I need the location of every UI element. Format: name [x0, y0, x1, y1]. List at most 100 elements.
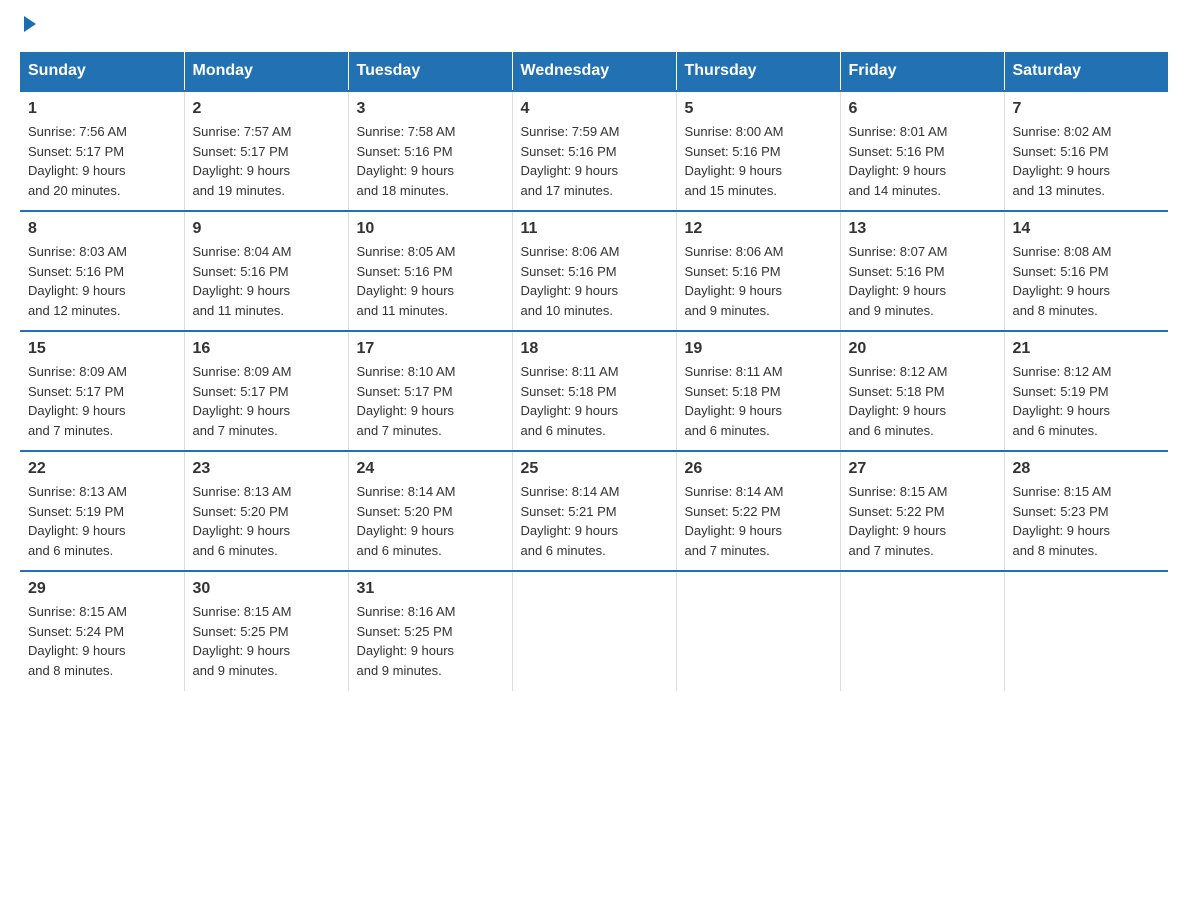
day-info: Sunrise: 8:06 AMSunset: 5:16 PMDaylight:…: [521, 242, 668, 320]
day-number: 1: [28, 100, 176, 118]
day-number: 9: [193, 220, 340, 238]
day-info: Sunrise: 8:01 AMSunset: 5:16 PMDaylight:…: [849, 122, 996, 200]
day-info: Sunrise: 8:15 AMSunset: 5:24 PMDaylight:…: [28, 602, 176, 680]
week-row-5: 29 Sunrise: 8:15 AMSunset: 5:24 PMDayligh…: [20, 571, 1168, 691]
calendar-cell: 19Sunrise: 8:11 AMSunset: 5:18 PMDayligh…: [676, 331, 840, 451]
day-number: 15: [28, 340, 176, 358]
page-header: [20, 20, 1168, 32]
day-number: 28: [1013, 460, 1161, 478]
day-info: Sunrise: 8:00 AMSunset: 5:16 PMDaylight:…: [685, 122, 832, 200]
day-info: Sunrise: 8:03 AMSunset: 5:16 PMDaylight:…: [28, 242, 176, 320]
header-sunday: Sunday: [20, 52, 184, 91]
logo-triangle-icon: [24, 16, 36, 32]
day-info: Sunrise: 8:08 AMSunset: 5:16 PMDaylight:…: [1013, 242, 1161, 320]
calendar-cell: [512, 571, 676, 691]
day-info: Sunrise: 8:05 AMSunset: 5:16 PMDaylight:…: [357, 242, 504, 320]
day-number: 4: [521, 100, 668, 118]
day-info: Sunrise: 7:57 AMSunset: 5:17 PMDaylight:…: [193, 122, 340, 200]
day-info: Sunrise: 8:13 AMSunset: 5:19 PMDaylight:…: [28, 482, 176, 560]
day-number: 8: [28, 220, 176, 238]
day-number: 13: [849, 220, 996, 238]
calendar-cell: 2 Sunrise: 7:57 AMSunset: 5:17 PMDaylight…: [184, 91, 348, 211]
day-info: Sunrise: 8:15 AMSunset: 5:22 PMDaylight:…: [849, 482, 996, 560]
calendar-cell: 14Sunrise: 8:08 AMSunset: 5:16 PMDayligh…: [1004, 211, 1168, 331]
day-number: 24: [357, 460, 504, 478]
calendar-cell: 28 Sunrise: 8:15 AMSunset: 5:23 PMDayligh…: [1004, 451, 1168, 571]
calendar-cell: [1004, 571, 1168, 691]
calendar-cell: 12 Sunrise: 8:06 AMSunset: 5:16 PMDayligh…: [676, 211, 840, 331]
header-tuesday: Tuesday: [348, 52, 512, 91]
day-number: 23: [193, 460, 340, 478]
day-number: 6: [849, 100, 996, 118]
day-info: Sunrise: 8:09 AMSunset: 5:17 PMDaylight:…: [193, 362, 340, 440]
calendar-cell: 21 Sunrise: 8:12 AMSunset: 5:19 PMDayligh…: [1004, 331, 1168, 451]
calendar-cell: 13 Sunrise: 8:07 AMSunset: 5:16 PMDayligh…: [840, 211, 1004, 331]
day-info: Sunrise: 8:14 AMSunset: 5:22 PMDaylight:…: [685, 482, 832, 560]
day-number: 10: [357, 220, 504, 238]
day-info: Sunrise: 8:12 AMSunset: 5:19 PMDaylight:…: [1013, 362, 1161, 440]
day-number: 18: [521, 340, 668, 358]
calendar-cell: 6 Sunrise: 8:01 AMSunset: 5:16 PMDaylight…: [840, 91, 1004, 211]
week-row-2: 8 Sunrise: 8:03 AMSunset: 5:16 PMDaylight…: [20, 211, 1168, 331]
day-info: Sunrise: 7:58 AMSunset: 5:16 PMDaylight:…: [357, 122, 504, 200]
calendar-cell: 10 Sunrise: 8:05 AMSunset: 5:16 PMDayligh…: [348, 211, 512, 331]
week-row-1: 1 Sunrise: 7:56 AMSunset: 5:17 PMDaylight…: [20, 91, 1168, 211]
day-info: Sunrise: 8:06 AMSunset: 5:16 PMDaylight:…: [685, 242, 832, 320]
calendar-cell: 7Sunrise: 8:02 AMSunset: 5:16 PMDaylight…: [1004, 91, 1168, 211]
logo-blue-part: [20, 20, 36, 32]
day-number: 2: [193, 100, 340, 118]
header-row: SundayMondayTuesdayWednesdayThursdayFrid…: [20, 52, 1168, 91]
calendar-cell: 9Sunrise: 8:04 AMSunset: 5:16 PMDaylight…: [184, 211, 348, 331]
day-info: Sunrise: 8:15 AMSunset: 5:23 PMDaylight:…: [1013, 482, 1161, 560]
day-number: 27: [849, 460, 996, 478]
day-info: Sunrise: 8:10 AMSunset: 5:17 PMDaylight:…: [357, 362, 504, 440]
day-info: Sunrise: 7:59 AMSunset: 5:16 PMDaylight:…: [521, 122, 668, 200]
day-info: Sunrise: 7:56 AMSunset: 5:17 PMDaylight:…: [28, 122, 176, 200]
calendar-cell: 15 Sunrise: 8:09 AMSunset: 5:17 PMDayligh…: [20, 331, 184, 451]
calendar-cell: 3Sunrise: 7:58 AMSunset: 5:16 PMDaylight…: [348, 91, 512, 211]
calendar-cell: 26Sunrise: 8:14 AMSunset: 5:22 PMDayligh…: [676, 451, 840, 571]
day-info: Sunrise: 8:07 AMSunset: 5:16 PMDaylight:…: [849, 242, 996, 320]
day-info: Sunrise: 8:15 AMSunset: 5:25 PMDaylight:…: [193, 602, 340, 680]
header-wednesday: Wednesday: [512, 52, 676, 91]
day-number: 21: [1013, 340, 1161, 358]
calendar-cell: 16 Sunrise: 8:09 AMSunset: 5:17 PMDayligh…: [184, 331, 348, 451]
calendar-cell: 11 Sunrise: 8:06 AMSunset: 5:16 PMDayligh…: [512, 211, 676, 331]
logo: [20, 20, 36, 32]
day-info: Sunrise: 8:14 AMSunset: 5:21 PMDaylight:…: [521, 482, 668, 560]
day-number: 11: [521, 220, 668, 238]
week-row-3: 15 Sunrise: 8:09 AMSunset: 5:17 PMDayligh…: [20, 331, 1168, 451]
day-info: Sunrise: 8:09 AMSunset: 5:17 PMDaylight:…: [28, 362, 176, 440]
header-thursday: Thursday: [676, 52, 840, 91]
calendar-cell: 27 Sunrise: 8:15 AMSunset: 5:22 PMDayligh…: [840, 451, 1004, 571]
day-number: 25: [521, 460, 668, 478]
calendar-cell: 4 Sunrise: 7:59 AMSunset: 5:16 PMDaylight…: [512, 91, 676, 211]
calendar-cell: 5 Sunrise: 8:00 AMSunset: 5:16 PMDaylight…: [676, 91, 840, 211]
calendar-cell: 30 Sunrise: 8:15 AMSunset: 5:25 PMDayligh…: [184, 571, 348, 691]
calendar-cell: [676, 571, 840, 691]
calendar-cell: 8 Sunrise: 8:03 AMSunset: 5:16 PMDaylight…: [20, 211, 184, 331]
calendar-cell: [840, 571, 1004, 691]
calendar-cell: 20Sunrise: 8:12 AMSunset: 5:18 PMDayligh…: [840, 331, 1004, 451]
calendar-header: SundayMondayTuesdayWednesdayThursdayFrid…: [20, 52, 1168, 91]
header-friday: Friday: [840, 52, 1004, 91]
day-number: 12: [685, 220, 832, 238]
day-number: 29: [28, 580, 176, 598]
calendar-cell: 1 Sunrise: 7:56 AMSunset: 5:17 PMDaylight…: [20, 91, 184, 211]
calendar-cell: 22 Sunrise: 8:13 AMSunset: 5:19 PMDayligh…: [20, 451, 184, 571]
day-number: 22: [28, 460, 176, 478]
day-number: 7: [1013, 100, 1161, 118]
week-row-4: 22 Sunrise: 8:13 AMSunset: 5:19 PMDayligh…: [20, 451, 1168, 571]
day-number: 5: [685, 100, 832, 118]
header-monday: Monday: [184, 52, 348, 91]
day-number: 31: [357, 580, 504, 598]
day-number: 30: [193, 580, 340, 598]
calendar-cell: 17 Sunrise: 8:10 AMSunset: 5:17 PMDayligh…: [348, 331, 512, 451]
day-number: 17: [357, 340, 504, 358]
day-number: 16: [193, 340, 340, 358]
calendar-body: 1 Sunrise: 7:56 AMSunset: 5:17 PMDaylight…: [20, 91, 1168, 691]
calendar-cell: 24Sunrise: 8:14 AMSunset: 5:20 PMDayligh…: [348, 451, 512, 571]
calendar-cell: 31 Sunrise: 8:16 AMSunset: 5:25 PMDayligh…: [348, 571, 512, 691]
day-info: Sunrise: 8:16 AMSunset: 5:25 PMDaylight:…: [357, 602, 504, 680]
calendar-cell: 18Sunrise: 8:11 AMSunset: 5:18 PMDayligh…: [512, 331, 676, 451]
